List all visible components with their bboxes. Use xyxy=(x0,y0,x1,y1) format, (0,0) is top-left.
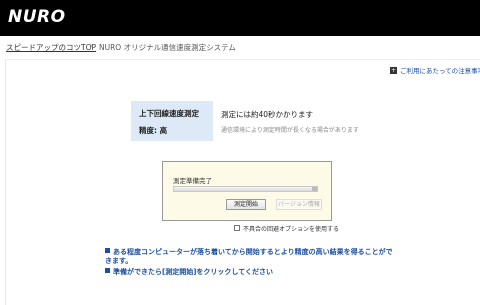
plus-icon: + xyxy=(390,66,397,74)
nuro-logo[interactable]: NURO xyxy=(8,7,66,27)
tip-note-text: ある程度コンピューターが落ち着いてから開始するとより精度の高い結果を得ることがで… xyxy=(105,248,393,265)
breadcrumb-home-link[interactable]: スピードアップのコツTOP xyxy=(6,42,96,53)
estimated-time-note: 通信環境により測定時間が長くなる場合があります xyxy=(221,127,359,134)
breadcrumb-current: NURO オリジナル通信速度測定システム xyxy=(99,43,236,52)
version-info-button: バージョン情報 xyxy=(276,199,322,210)
start-measurement-button[interactable]: 測定開始 xyxy=(226,199,266,210)
instruction-note-text: 準備ができたら[測定開始]をクリックしてください xyxy=(113,268,273,276)
bullet-square-icon xyxy=(105,248,110,253)
workaround-option-label: 不具合の回避オプションを使用する xyxy=(243,226,340,233)
status-label: 測定準備完了 xyxy=(173,177,212,185)
breadcrumb-separator: › xyxy=(90,42,93,50)
usage-notice-label: ご利用にあたっての注意事項 xyxy=(400,67,480,75)
usage-notice-link[interactable]: + ご利用にあたっての注意事項 xyxy=(390,65,480,75)
progress-bar-cap xyxy=(312,187,317,191)
instruction-note: 準備ができたら[測定開始]をクリックしてください xyxy=(105,267,273,277)
workaround-option-checkbox[interactable] xyxy=(234,225,240,231)
progress-bar xyxy=(173,186,318,192)
tip-note: ある程度コンピューターが落ち着いてから開始するとより精度の高い結果を得ることがで… xyxy=(105,248,395,266)
estimated-time-text: 測定には約40秒かかります xyxy=(221,110,314,119)
site-header: NURO xyxy=(0,0,480,36)
precision-label: 精度: 高 xyxy=(139,126,168,135)
bullet-square-icon xyxy=(105,268,110,273)
measurement-mode-title: 上下回線速度測定 xyxy=(139,109,199,118)
